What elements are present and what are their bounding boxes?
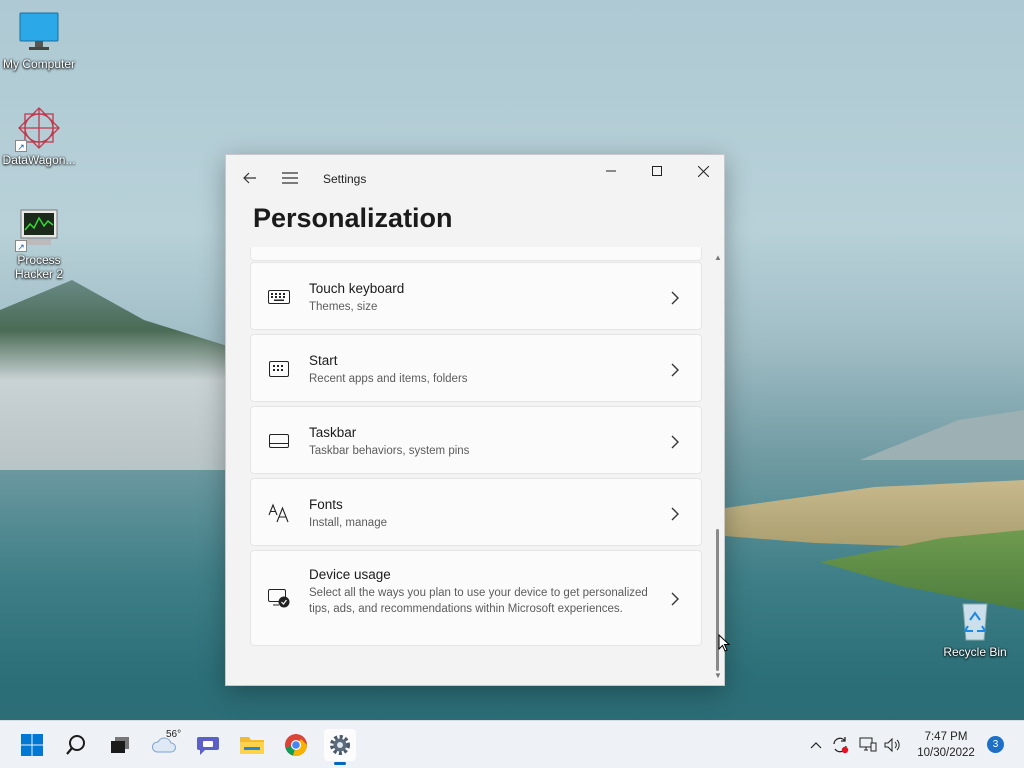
- hamburger-icon: [282, 172, 298, 184]
- weather-temperature: 56°: [166, 729, 182, 740]
- desktop-icon-process-hacker[interactable]: ↗ Process Hacker 2: [0, 206, 78, 281]
- fonts-icon: [268, 502, 290, 524]
- maximize-button[interactable]: [634, 155, 680, 187]
- clock-date: 10/30/2022: [917, 747, 975, 759]
- list-item-label: Start: [309, 353, 338, 368]
- list-item-description: Install, manage: [309, 517, 387, 529]
- list-item-label: Touch keyboard: [309, 281, 405, 296]
- list-item-label: Device usage: [309, 567, 391, 582]
- taskbar-icon: [268, 430, 290, 452]
- chevron-right-icon: [671, 592, 679, 606]
- list-item-device-usage[interactable]: Device usage Select all the ways you pla…: [250, 550, 702, 646]
- list-item-touch-keyboard[interactable]: Touch keyboard Themes, size: [250, 262, 702, 330]
- active-app-indicator: [334, 762, 346, 765]
- nav-menu-button[interactable]: [275, 163, 305, 193]
- close-icon: [697, 165, 709, 177]
- desktop-icon-label: DataWagon...: [2, 153, 76, 167]
- clock-time: 7:47 PM: [924, 731, 968, 743]
- minimize-icon: [606, 170, 616, 172]
- scroll-up-arrow-icon[interactable]: ▲: [713, 253, 723, 263]
- list-item-taskbar[interactable]: Taskbar Taskbar behaviors, system pins: [250, 406, 702, 474]
- list-item-description: Select all the ways you plan to use your…: [309, 587, 648, 615]
- wallpaper-shore-left: [0, 280, 240, 470]
- chevron-right-icon: [671, 435, 679, 449]
- desktop-icon-recycle-bin[interactable]: Recycle Bin: [936, 598, 1014, 659]
- keyboard-icon: [268, 286, 290, 308]
- vertical-scrollbar[interactable]: ▲ ▼: [713, 253, 723, 683]
- list-item-partial[interactable]: [250, 247, 702, 261]
- search-icon: [66, 735, 85, 755]
- task-view-icon: [111, 737, 129, 753]
- chat-button[interactable]: [192, 729, 224, 761]
- chrome-icon: [285, 734, 307, 757]
- folder-icon: [240, 737, 264, 754]
- network-button[interactable]: [858, 735, 878, 755]
- list-item-label: Taskbar: [309, 425, 357, 440]
- shortcut-arrow-icon: ↗: [15, 140, 27, 152]
- clock[interactable]: 7:47 PM 10/30/2022: [912, 729, 980, 761]
- notification-center-badge[interactable]: 3: [987, 736, 1004, 753]
- settings-taskbar-button[interactable]: [324, 729, 356, 765]
- list-item-description: Taskbar behaviors, system pins: [309, 445, 470, 457]
- desktop-icon-label: My Computer: [2, 57, 76, 71]
- speaker-icon: [884, 737, 900, 753]
- network-icon: [859, 737, 877, 752]
- search-button[interactable]: [60, 729, 92, 761]
- sync-icon: [833, 737, 849, 754]
- chevron-up-icon: [810, 742, 822, 749]
- teams-chat-icon: [197, 737, 219, 755]
- datawagon-icon: ↗: [15, 106, 61, 152]
- chrome-button[interactable]: [280, 729, 312, 761]
- minimize-button[interactable]: [588, 155, 634, 187]
- maximize-icon: [652, 166, 662, 176]
- device-usage-icon: [268, 588, 290, 610]
- chevron-right-icon: [671, 291, 679, 305]
- desktop-icon-datawagon[interactable]: ↗ DataWagon...: [0, 106, 78, 167]
- desktop-icon-label: Process Hacker 2: [14, 253, 64, 281]
- list-item-description: Themes, size: [309, 301, 378, 313]
- desktop-icon-label: Recycle Bin: [943, 645, 1007, 659]
- app-title: Settings: [323, 172, 367, 186]
- file-explorer-button[interactable]: [236, 729, 268, 761]
- taskbar: 56° 7:47 PM 10/30/2022: [0, 720, 1024, 768]
- settings-window: Settings Personalization Touch keyboard …: [225, 154, 725, 686]
- page-title: Personalization: [253, 203, 453, 233]
- shortcut-arrow-icon: ↗: [15, 240, 27, 252]
- task-view-button[interactable]: [104, 729, 136, 761]
- chevron-right-icon: [671, 363, 679, 377]
- back-arrow-icon: [243, 172, 256, 184]
- monitor-icon: [17, 10, 61, 54]
- start-icon: [268, 358, 290, 380]
- back-button[interactable]: [235, 163, 265, 193]
- start-button[interactable]: [16, 729, 48, 761]
- chevron-right-icon: [671, 507, 679, 521]
- volume-button[interactable]: [883, 735, 903, 755]
- list-item-fonts[interactable]: Fonts Install, manage: [250, 478, 702, 546]
- settings-list: Touch keyboard Themes, size Start Recent…: [250, 247, 702, 685]
- process-hacker-icon: ↗: [15, 206, 61, 252]
- title-bar[interactable]: Settings: [226, 155, 724, 203]
- sync-status-button[interactable]: [830, 735, 850, 755]
- close-button[interactable]: [680, 155, 724, 187]
- list-item-start[interactable]: Start Recent apps and items, folders: [250, 334, 702, 402]
- list-item-description: Recent apps and items, folders: [309, 373, 468, 385]
- show-hidden-icons-button[interactable]: [806, 735, 826, 755]
- mouse-cursor-icon: [718, 634, 730, 652]
- gear-icon: [330, 735, 350, 755]
- list-item-label: Fonts: [309, 497, 343, 512]
- windows-logo-icon: [21, 734, 43, 756]
- desktop-icon-my-computer[interactable]: My Computer: [0, 10, 78, 71]
- wallpaper-hill-right: [860, 410, 1024, 460]
- recycle-bin-icon: [953, 598, 997, 642]
- scroll-down-arrow-icon[interactable]: ▼: [713, 671, 723, 681]
